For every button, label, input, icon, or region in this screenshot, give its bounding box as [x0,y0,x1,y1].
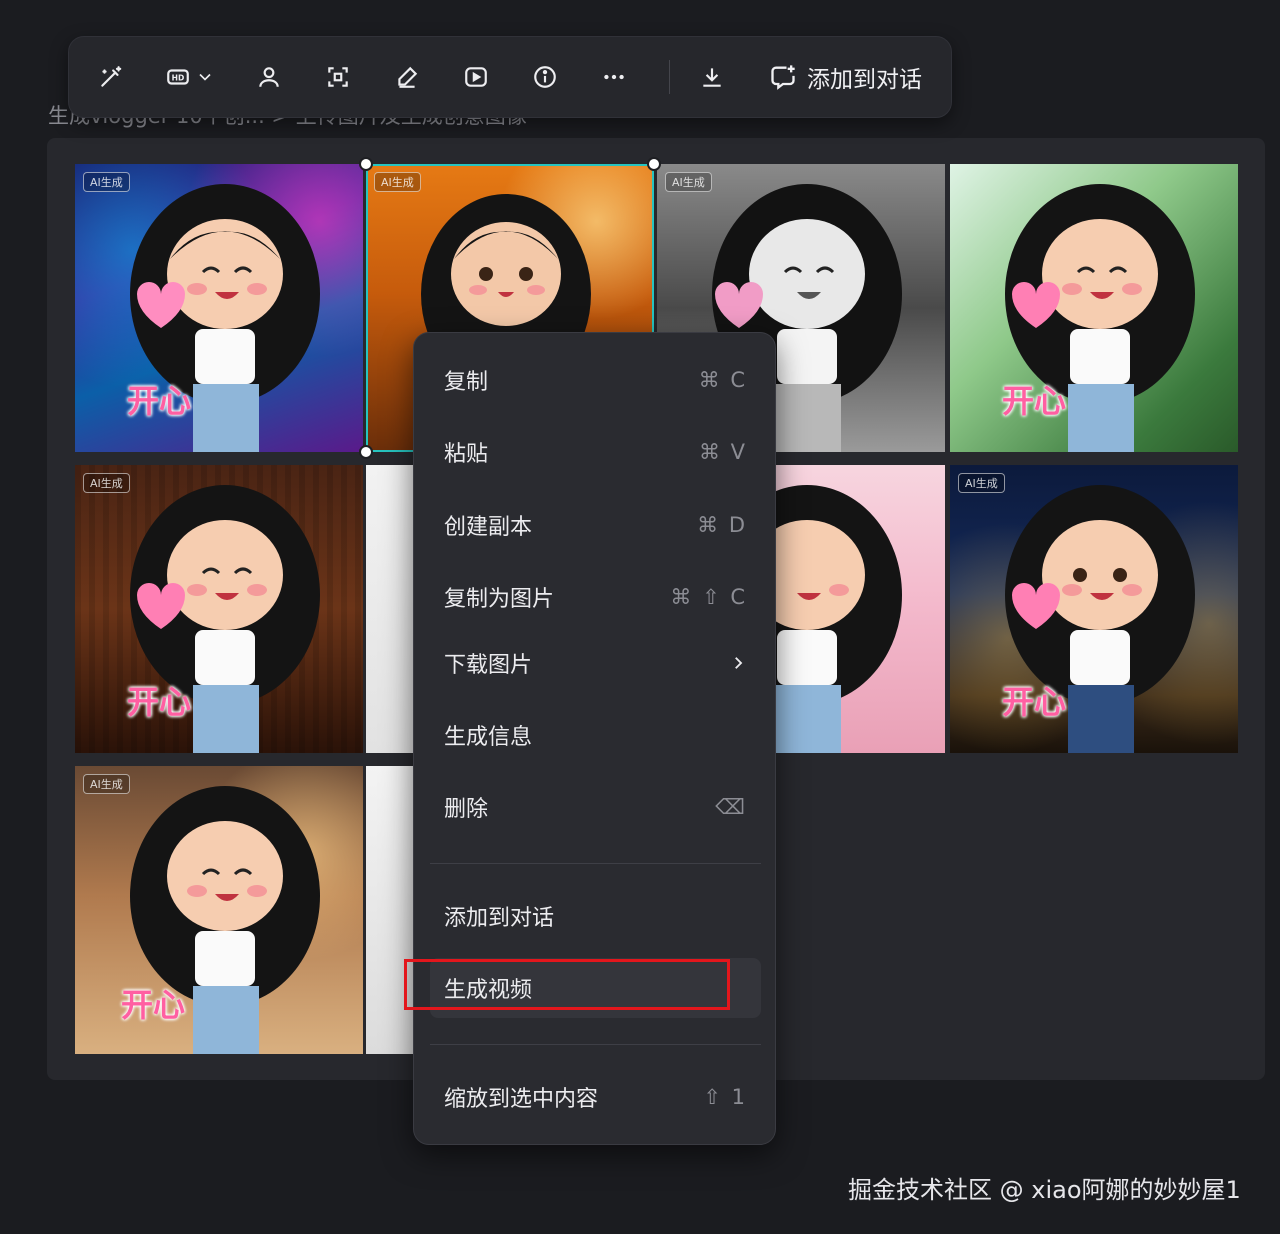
magic-wand-icon[interactable] [91,57,131,97]
menu-item-zoom-to-selection[interactable]: 缩放到选中内容 ⇧ 1 [430,1067,761,1127]
menu-item-paste[interactable]: 粘贴 ⌘ V [430,422,761,482]
menu-item-generation-info[interactable]: 生成信息 [430,705,761,765]
image-tile-neon-street[interactable]: AI生成 开心 [75,164,363,452]
character-illustration [1005,485,1195,753]
hd-upscale-button[interactable]: HD [160,57,220,97]
chevron-right-icon [735,657,743,669]
image-toolbar: HD 添加到对话 [68,36,952,118]
download-icon[interactable] [692,57,732,97]
menu-item-label: 生成信息 [444,725,533,750]
menu-item-label: 复制 [444,370,489,395]
image-tile-living-room[interactable]: AI生成 开心 [75,766,363,1054]
more-icon[interactable] [594,57,634,97]
add-to-chat-button[interactable]: 添加到对话 [769,60,922,94]
ai-generated-tag: AI生成 [665,172,712,192]
eraser-icon[interactable] [387,57,427,97]
image-caption: 开心 [127,683,192,721]
character-illustration [130,786,320,1054]
menu-item-copy[interactable]: 复制 ⌘ C [430,350,761,410]
annotation-highlight-box [404,959,730,1010]
svg-text:HD: HD [172,73,185,82]
watermark: 掘金技术社区 @ xiao阿娜的妙妙屋1 [848,1176,1241,1204]
menu-item-label: 添加到对话 [444,906,555,931]
character-illustration [130,485,320,753]
ai-generated-tag: AI生成 [83,774,130,794]
image-caption: 开心 [127,382,192,420]
resize-handle-top-left[interactable] [359,157,373,171]
chevron-down-icon [199,73,211,81]
menu-item-label: 粘贴 [444,442,489,467]
image-tile-window-plants[interactable]: 开心 [950,164,1238,452]
info-icon[interactable] [525,57,565,97]
resize-handle-top-right[interactable] [647,157,661,171]
menu-divider [430,863,761,864]
shortcut-hint: ⇧ 1 [703,1085,747,1109]
character-illustration [130,184,320,452]
add-chat-icon [771,65,795,90]
backspace-icon: ⌫ [715,795,747,819]
ai-generated-tag: AI生成 [83,172,130,192]
shortcut-hint: ⌘ C [698,368,747,392]
menu-item-label: 缩放到选中内容 [444,1087,599,1112]
shortcut-hint: ⌘ ⇧ C [670,585,747,609]
ai-generated-tag: AI生成 [958,473,1005,493]
menu-divider [430,1044,761,1045]
ai-generated-tag: AI生成 [83,473,130,493]
menu-item-label: 创建副本 [444,515,533,540]
image-tile-library[interactable]: AI生成 开心 [75,465,363,753]
character-illustration [1005,184,1195,452]
menu-item-duplicate[interactable]: 创建副本 ⌘ D [430,495,761,555]
play-icon[interactable] [456,57,496,97]
toolbar-divider [669,60,670,94]
add-to-chat-label: 添加到对话 [807,67,922,93]
menu-item-download-image[interactable]: 下载图片 [430,633,761,693]
image-tile-night-city[interactable]: AI生成 开心 [950,465,1238,753]
menu-item-delete[interactable]: 删除 ⌫ [430,777,761,837]
menu-item-label: 删除 [444,797,489,822]
image-caption: 开心 [1002,382,1067,420]
menu-item-label: 下载图片 [444,653,533,678]
shortcut-hint: ⌘ V [698,440,747,464]
menu-item-label: 复制为图片 [444,587,555,612]
hd-icon: HD [167,69,189,85]
resize-handle-bottom-left[interactable] [359,445,373,459]
person-cutout-icon[interactable] [249,57,289,97]
context-menu: 复制 ⌘ C 粘贴 ⌘ V 创建副本 ⌘ D 复制为图片 ⌘ ⇧ C 下载图片 … [413,332,776,1145]
shortcut-hint: ⌘ D [697,513,747,537]
focus-scan-icon[interactable] [318,57,358,97]
menu-item-add-to-chat[interactable]: 添加到对话 [430,886,761,946]
ai-generated-tag: AI生成 [374,172,421,192]
image-caption: 开心 [121,986,186,1024]
image-caption: 开心 [1002,683,1067,721]
menu-item-copy-as-image[interactable]: 复制为图片 ⌘ ⇧ C [430,567,761,627]
